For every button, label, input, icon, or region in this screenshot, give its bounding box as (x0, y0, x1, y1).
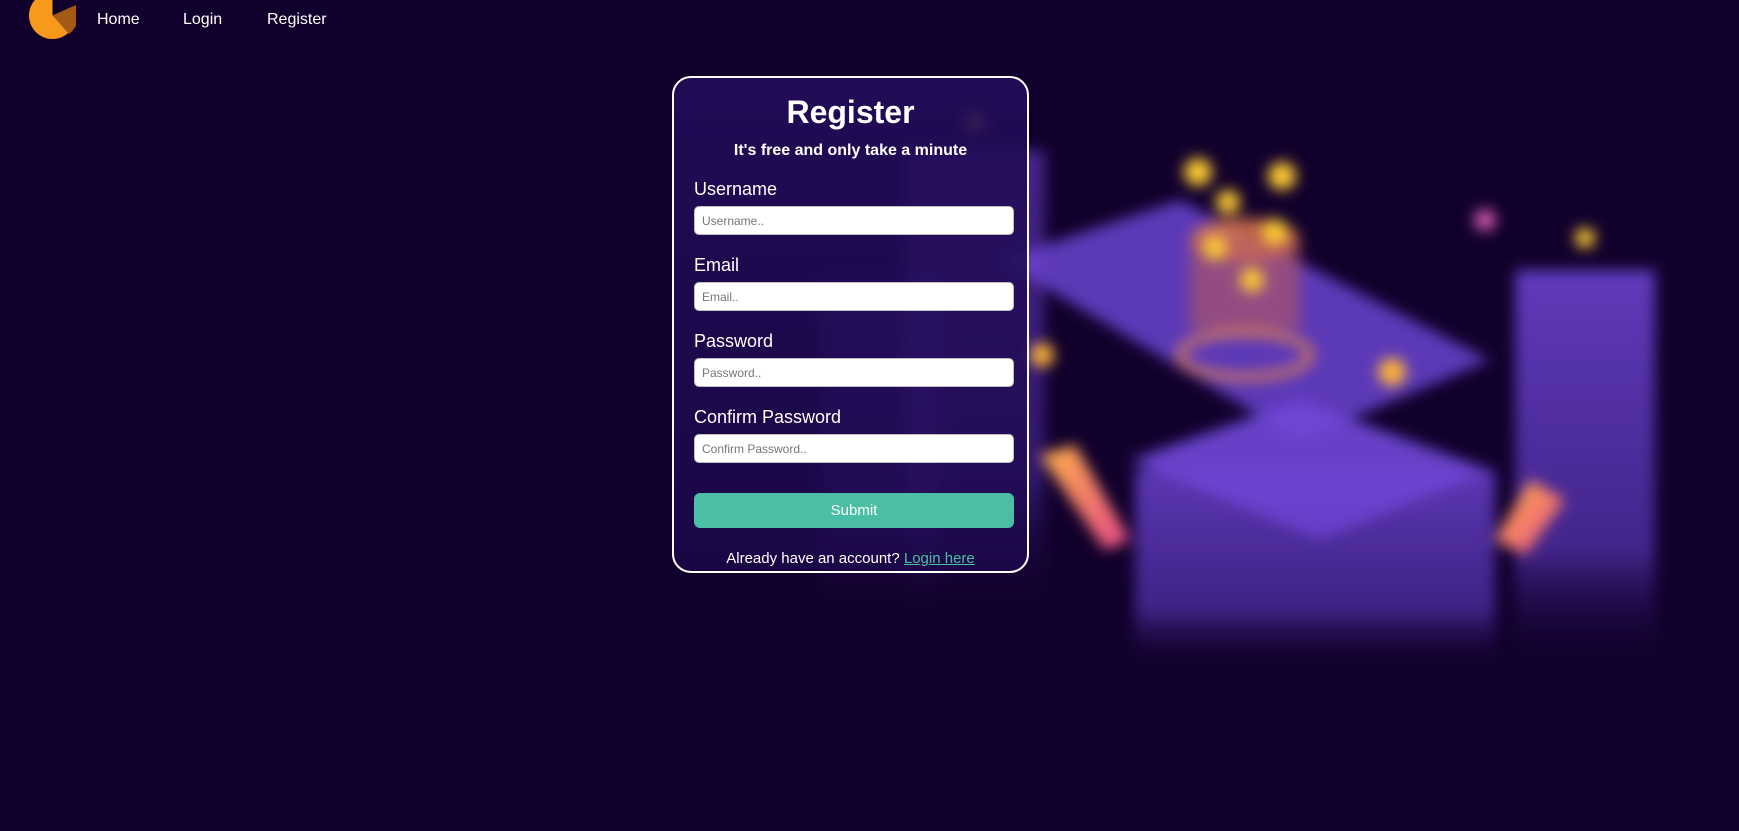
email-label: Email (694, 255, 740, 275)
nav-login-link[interactable]: Login (183, 11, 222, 29)
login-here-link[interactable]: Login here (904, 550, 975, 567)
form-subtitle: It's free and only take a minute (733, 142, 968, 159)
password-input[interactable] (694, 358, 1014, 387)
confirm-password-input[interactable] (694, 434, 1014, 463)
password-label: Password (694, 331, 774, 351)
login-prompt-text: Already have an account? (726, 550, 900, 567)
username-label: Username (694, 179, 778, 199)
username-input[interactable] (694, 206, 1014, 235)
login-prompt: Already have an account? Login here (674, 550, 1027, 567)
email-input[interactable] (694, 282, 1014, 311)
register-page: Home Login Register Register It's free a… (0, 0, 1739, 831)
register-form-card: Register It's free and only take a minut… (672, 76, 1029, 573)
nav-register-link[interactable]: Register (267, 11, 327, 29)
confirm-password-label: Confirm Password (694, 407, 842, 427)
form-title: Register (786, 94, 915, 130)
nav-home-link[interactable]: Home (97, 11, 140, 29)
site-logo-icon[interactable] (29, 0, 76, 39)
submit-button[interactable]: Submit (694, 493, 1014, 528)
top-nav: Home Login Register (0, 0, 400, 42)
